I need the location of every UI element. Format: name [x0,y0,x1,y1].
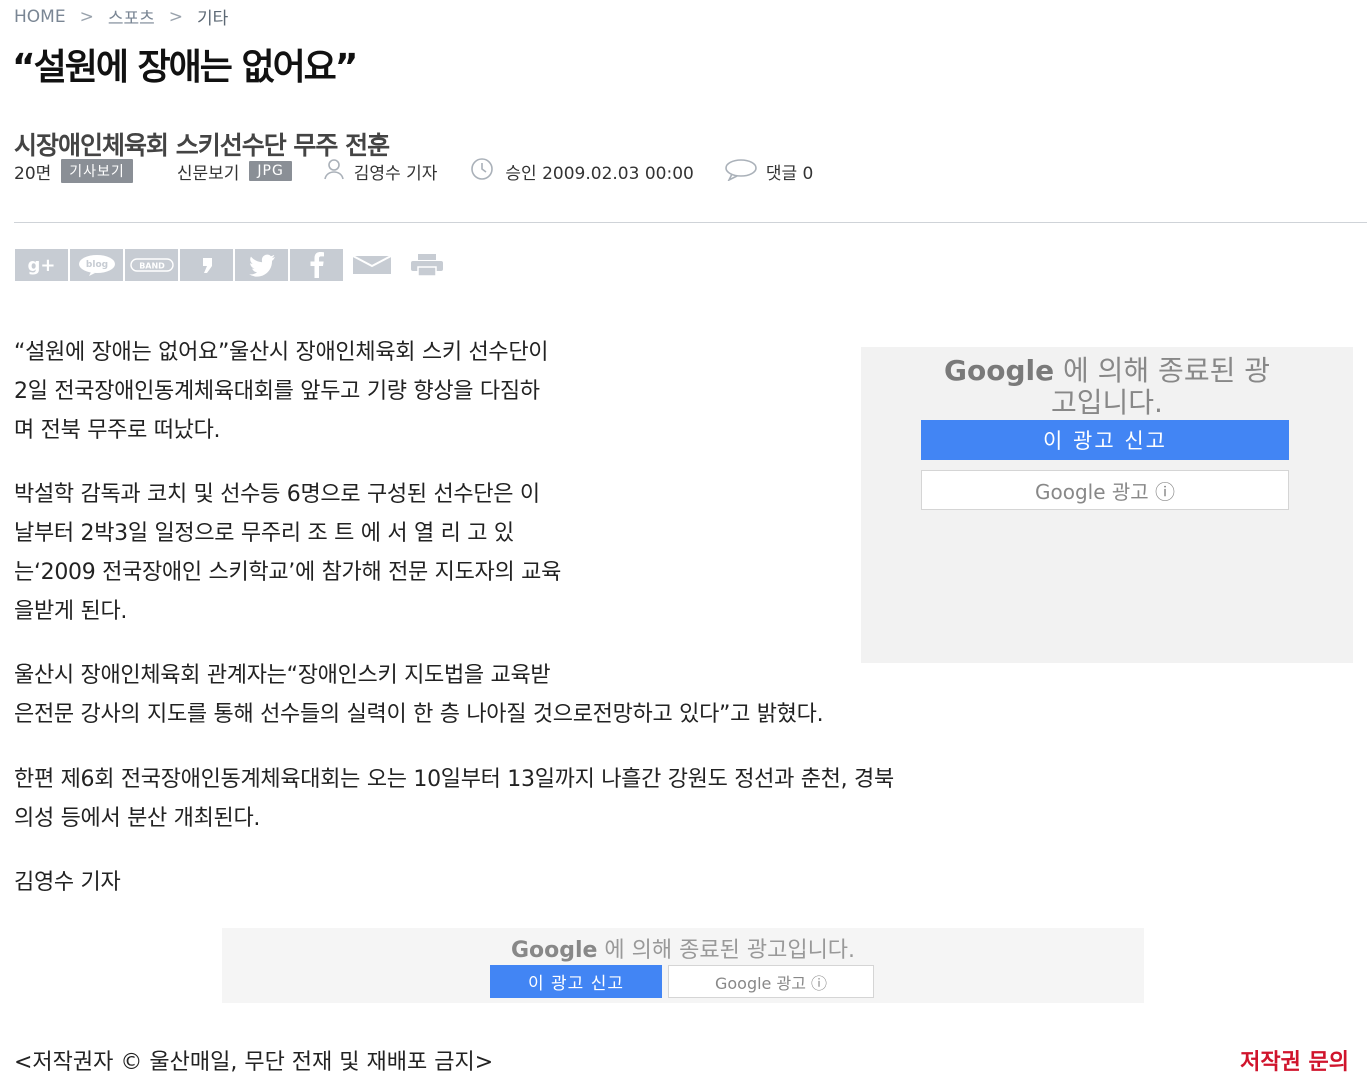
page-number: 20면 [14,163,52,184]
article-byline: 김영수 기자 [14,863,121,902]
approved-date: 승인 2009.02.03 00:00 [505,163,694,184]
article-title: “설원에 장애는 없어요” [12,47,358,88]
share-bar: g+ blog BAND [15,249,453,281]
why-this-ad-button[interactable]: Google 광고 ⓘ [668,965,874,998]
comments-block[interactable]: 댓글 0 [724,157,814,186]
view-article-button[interactable]: 기사보기 [61,159,133,183]
paragraph-line: 한편 제6회 전국장애인동계체육대회는 오는 10일부터 13일까지 나흘간 강… [14,767,894,792]
paragraph-line: 박설학 감독과 코치 및 선수등 6명으로 구성된 선수단은 이 [14,482,540,507]
paragraph-line: 을받게 된다. [14,599,128,624]
blog-icon[interactable]: blog [70,249,123,281]
svg-text:blog: blog [85,260,107,270]
copyright-notice: <저작권자 © 울산매일, 무단 전재 및 재배포 금지> [14,1050,494,1075]
ad-closed-line: 에 의해 종료된 광고입니다. [597,938,856,963]
byline-text: 김영수 기자 [14,870,121,895]
article-paragraph: 울산시 장애인체육회 관계자는“장애인스키 지도법을 교육받 은전문 강사의 지… [14,656,824,734]
ad-side: Google 에 의해 종료된 광 고입니다. 이 광고 신고 Google 광… [861,347,1353,663]
kakao-story-icon[interactable] [180,249,233,281]
copyright-inquiry-link[interactable]: 저작권 문의 [1240,1044,1349,1076]
report-ad-button[interactable]: 이 광고 신고 [921,420,1289,460]
facebook-icon[interactable] [290,249,343,281]
comment-icon [724,157,758,186]
print-icon[interactable] [400,249,453,281]
breadcrumb-home[interactable]: HOME [14,7,66,27]
ad-closed-line: 고입니다. [1051,386,1163,419]
ad-closed-text: Google 에 의해 종료된 광 고입니다. [861,355,1353,419]
view-paper-label: 신문보기 [176,163,240,184]
user-icon [322,158,346,185]
report-ad-button[interactable]: 이 광고 신고 [490,965,662,998]
google-logo: Google [510,938,598,963]
why-this-ad-button[interactable]: Google 광고 ⓘ [921,470,1289,510]
paragraph-line: 은전문 강사의 지도를 통해 선수들의 실력이 한 층 나아질 것으로전망하고 … [14,702,824,727]
svg-text:BAND: BAND [139,262,165,271]
paragraph-line: 날부터 2박3일 일정으로 무주리 조 트 에 서 열 리 고 있 [14,521,514,546]
article-paragraph: “설원에 장애는 없어요”울산시 장애인체육회 스키 선수단이 2일 전국장애인… [14,333,549,450]
breadcrumb-separator: > [79,6,94,27]
paragraph-line: “설원에 장애는 없어요”울산시 장애인체육회 스키 선수단이 [14,340,549,365]
article-paragraph: 한편 제6회 전국장애인동계체육대회는 오는 10일부터 13일까지 나흘간 강… [14,760,894,838]
paragraph-line: 의성 등에서 분산 개최된다. [14,806,261,831]
divider [14,222,1367,223]
author-name: 김영수 기자 [353,163,438,184]
breadcrumb-section[interactable]: 스포츠 [108,4,155,29]
comment-count[interactable]: 댓글 0 [766,159,814,184]
google-plus-icon[interactable]: g+ [15,249,68,281]
band-icon[interactable]: BAND [125,249,178,281]
author-block: 김영수 기자 [322,158,438,185]
twitter-icon[interactable] [235,249,288,281]
approved-block: 승인 2009.02.03 00:00 [467,157,694,186]
clock-icon [467,157,497,186]
ad-bottom: Google 에 의해 종료된 광고입니다. 이 광고 신고 Google 광고… [222,928,1144,1003]
article-paragraph: 박설학 감독과 코치 및 선수등 6명으로 구성된 선수단은 이 날부터 2박3… [14,475,561,631]
ad-closed-text: Google 에 의해 종료된 광고입니다. [222,932,1144,964]
paragraph-line: 는‘2009 전국장애인 스키학교’에 참가해 전문 지도자의 교육 [14,560,562,585]
breadcrumb-separator: > [168,6,183,27]
breadcrumb-current[interactable]: 기타 [197,4,228,29]
google-logo: Google [943,354,1055,387]
view-jpg-button[interactable]: JPG [249,161,292,181]
mail-icon[interactable] [345,249,398,281]
paragraph-line: 울산시 장애인체육회 관계자는“장애인스키 지도법을 교육받 [14,663,551,688]
breadcrumb: HOME > 스포츠 > 기타 [14,4,228,30]
ad-closed-line: 에 의해 종료된 광 [1054,354,1271,387]
paragraph-line: 며 전북 무주로 떠났다. [14,418,221,443]
paragraph-line: 2일 전국장애인동계체육대회를 앞두고 기량 향상을 다짐하 [14,379,540,404]
article-meta: 20면 기사보기 신문보기 JPG 김영수 기자 승인 2009.02.03 0… [14,157,813,185]
